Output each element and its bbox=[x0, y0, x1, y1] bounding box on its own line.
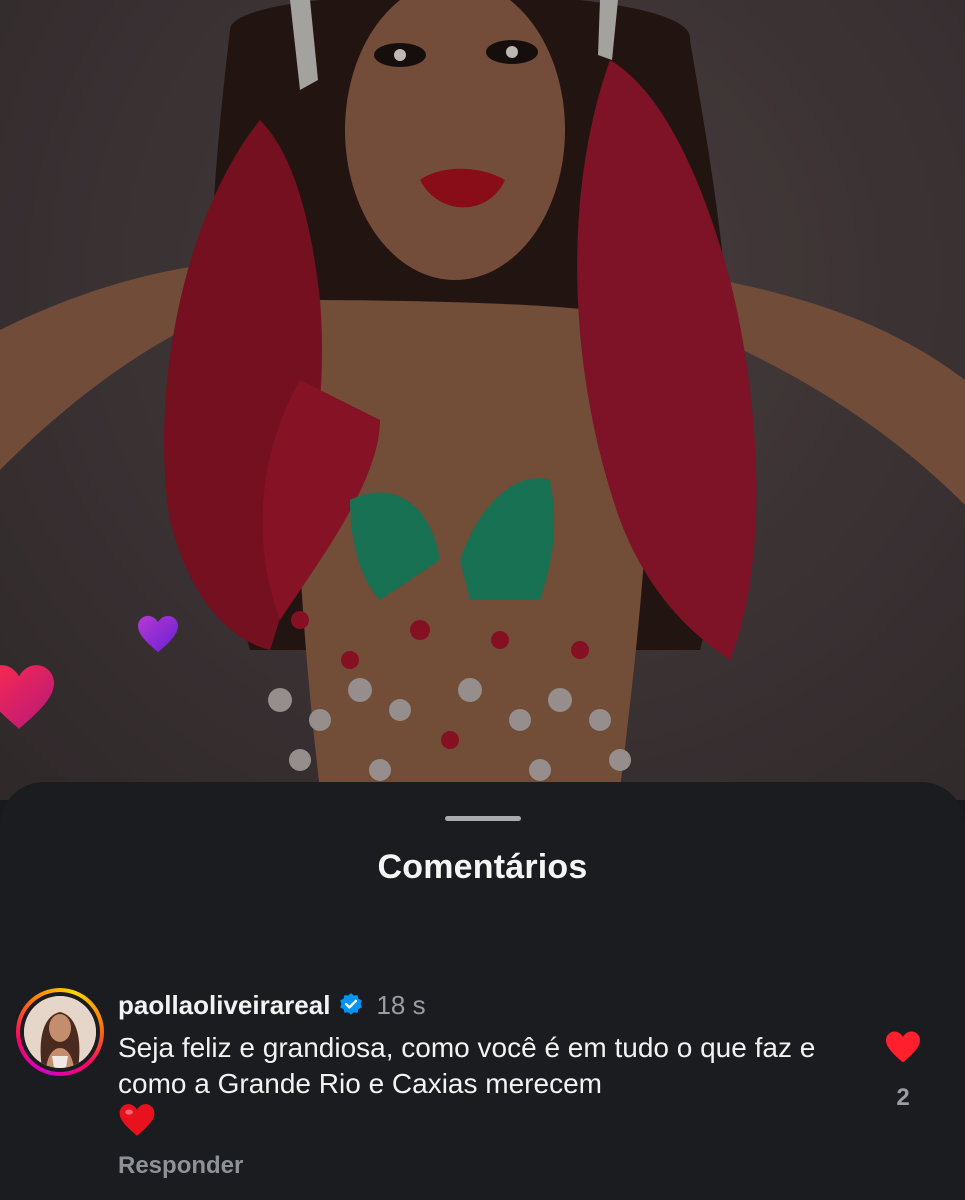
avatar[interactable] bbox=[16, 988, 104, 1076]
comment-header: paollaoliveirareal 18 s bbox=[118, 988, 426, 1022]
portrait-illustration bbox=[0, 0, 965, 800]
profile-photo-icon bbox=[24, 996, 96, 1068]
sheet-title: Comentários bbox=[377, 848, 588, 886]
sheet-drag-handle[interactable] bbox=[445, 816, 521, 821]
comment-text: Seja feliz e grandiosa, como você é em t… bbox=[118, 1030, 838, 1141]
background-photo bbox=[0, 0, 965, 800]
comment-body: Seja feliz e grandiosa, como você é em t… bbox=[118, 1032, 816, 1099]
comments-sheet: Comentários paollaoliveirareal 18 s Seja… bbox=[0, 782, 965, 1200]
like-count: 2 bbox=[896, 1084, 910, 1111]
verified-badge-icon bbox=[340, 993, 363, 1015]
floating-heart-icon bbox=[0, 665, 54, 729]
heart-icon[interactable] bbox=[884, 1030, 922, 1064]
avatar-image bbox=[24, 996, 96, 1068]
floating-heart-icon bbox=[138, 615, 178, 653]
red-heart-emoji-icon bbox=[119, 1104, 155, 1136]
comment-timestamp: 18 s bbox=[376, 989, 426, 1020]
username[interactable]: paollaoliveirareal bbox=[118, 990, 330, 1021]
reply-button[interactable]: Responder bbox=[118, 1152, 243, 1180]
